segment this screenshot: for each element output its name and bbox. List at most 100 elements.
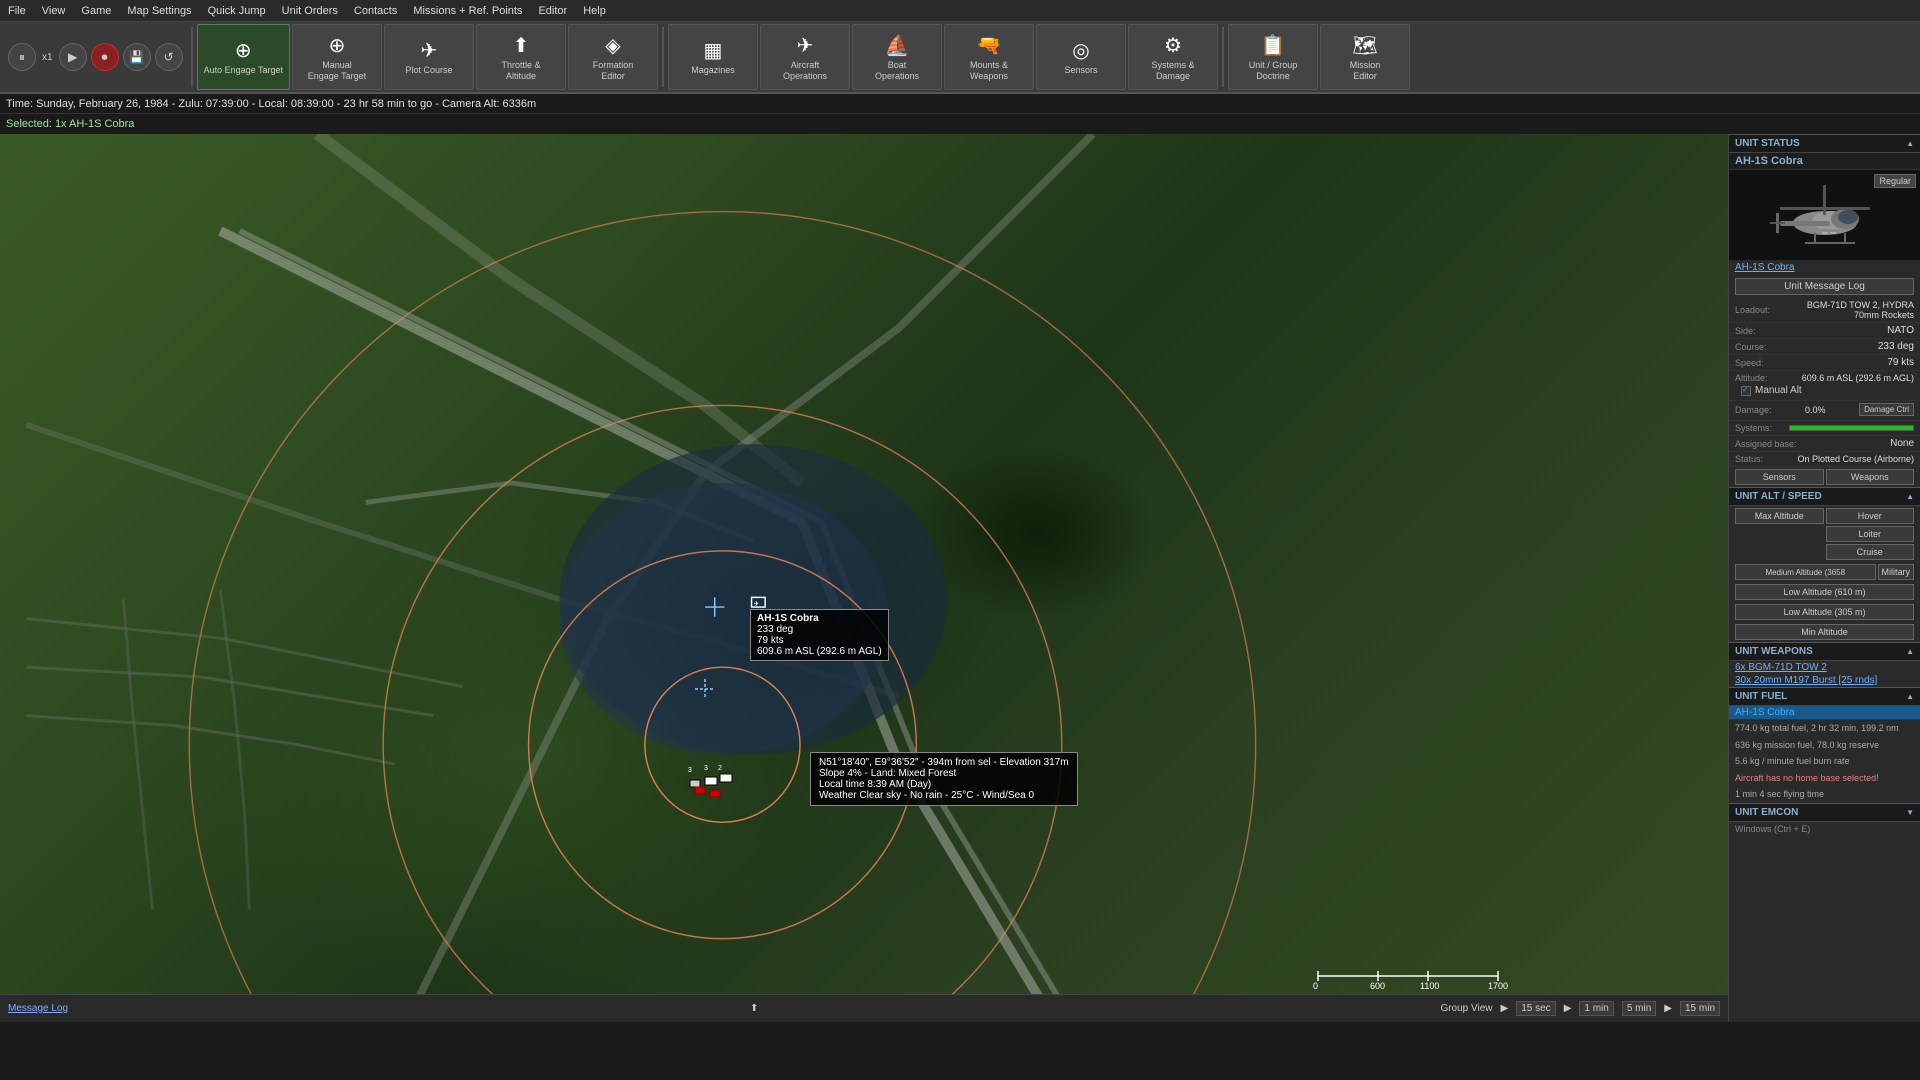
play-icon-bottom-2[interactable]: ▶	[1564, 1003, 1572, 1014]
menu-unit-orders[interactable]: Unit Orders	[282, 5, 338, 17]
unit-info-tooltip: AH-1S Cobra 233 deg 79 kts 609.6 m ASL (…	[750, 609, 889, 661]
view-label: Group View	[1440, 1003, 1492, 1014]
aircraft-operations-button[interactable]: ✈ AircraftOperations	[760, 24, 850, 90]
min-alt-row: Min Altitude	[1729, 622, 1920, 642]
coord-line-4: Weather Clear sky - No rain - 25°C - Win…	[819, 790, 1069, 801]
damage-row: Damage: 0.0% Damage Ctrl	[1729, 401, 1920, 421]
manual-alt-label: Manual Alt	[1755, 385, 1802, 396]
weapon-1-link[interactable]: 6x BGM-71D TOW 2	[1729, 661, 1920, 674]
formation-editor-button[interactable]: ◈ FormationEditor	[568, 24, 658, 90]
unit-group-doctrine-icon: 📋	[1261, 33, 1286, 58]
low-altitude-305-button[interactable]: Low Altitude (305 m)	[1735, 604, 1914, 620]
record-button[interactable]: ⏺	[91, 43, 119, 71]
unit-weapons-label: UNIT WEAPONS	[1735, 646, 1813, 657]
manual-engage-icon: ⊕	[329, 33, 346, 58]
sensors-weapons-buttons: Sensors Weapons	[1729, 467, 1920, 487]
sensors-button[interactable]: ◎ Sensors	[1036, 24, 1126, 90]
time-step-1m[interactable]: 1 min	[1579, 1001, 1613, 1016]
damage-label: Damage:	[1735, 405, 1772, 415]
auto-engage-button[interactable]: ⊕ Auto Engage Target	[197, 24, 290, 90]
max-altitude-button[interactable]: Max Altitude	[1735, 508, 1824, 524]
speed-value: 79 kts	[1887, 357, 1914, 368]
unit-fuel-arrow: ▲	[1906, 692, 1914, 701]
unit-emcon-label: UNIT EMCON	[1735, 807, 1798, 818]
damage-ctrl-button[interactable]: Damage Ctrl	[1859, 403, 1914, 416]
play-icon-bottom-3[interactable]: ▶	[1664, 1003, 1672, 1014]
play-icon-bottom[interactable]: ▶	[1501, 1003, 1509, 1014]
magazines-label: Magazines	[691, 65, 735, 76]
manual-alt-checkbox[interactable]	[1741, 386, 1751, 396]
weapon-2-link[interactable]: 30x 20mm M197 Burst [25 rnds]	[1729, 674, 1920, 687]
auto-engage-icon: ⊕	[235, 38, 252, 63]
upload-icon[interactable]: ⬆	[750, 1003, 758, 1014]
assigned-base-value: None	[1890, 438, 1914, 449]
damage-value: 0.0%	[1805, 405, 1826, 415]
unit-alt-speed-label: UNIT ALT / SPEED	[1735, 491, 1822, 502]
boat-operations-button[interactable]: ⛵ BoatOperations	[852, 24, 942, 90]
mission-editor-icon: 🗺	[1352, 33, 1377, 58]
menu-quick-jump[interactable]: Quick Jump	[208, 5, 266, 17]
side-row: Side: NATO	[1729, 323, 1920, 339]
map-area[interactable]: ✈ 3 2 3	[0, 134, 1728, 1022]
unit-name-link[interactable]: AH-1S Cobra	[1735, 262, 1794, 273]
menu-contacts[interactable]: Contacts	[354, 5, 397, 17]
hover-button[interactable]: Hover	[1826, 508, 1915, 524]
menu-game[interactable]: Game	[81, 5, 111, 17]
mounts-weapons-button[interactable]: 🔫 Mounts &Weapons	[944, 24, 1034, 90]
military-button[interactable]: Military	[1878, 564, 1915, 580]
coord-line-3: Local time 8:39 AM (Day)	[819, 779, 1069, 790]
menu-editor[interactable]: Editor	[538, 5, 567, 17]
medium-altitude-button[interactable]: Medium Altitude (3658	[1735, 564, 1876, 580]
refresh-button[interactable]: ↺	[155, 43, 183, 71]
alt-speed-grid: Max Altitude Hover Loiter Cruise	[1729, 506, 1920, 562]
unit-message-log-button[interactable]: Unit Message Log	[1735, 278, 1914, 295]
fuel-line-3: 5.6 kg / minute fuel burn rate	[1729, 753, 1920, 770]
svg-text:600: 600	[1370, 981, 1385, 991]
weapons-panel-button[interactable]: Weapons	[1826, 469, 1915, 485]
time-step-5m[interactable]: 5 min	[1622, 1001, 1656, 1016]
systems-damage-button[interactable]: ⚙ Systems &Damage	[1128, 24, 1218, 90]
panel-unit-name: AH-1S Cobra	[1729, 153, 1920, 170]
time-step-15s[interactable]: 15 sec	[1516, 1001, 1555, 1016]
menu-help[interactable]: Help	[583, 5, 606, 17]
unit-link[interactable]: AH-1S Cobra	[1729, 260, 1920, 275]
cruise-button[interactable]: Cruise	[1826, 544, 1915, 560]
time-step-15m[interactable]: 15 min	[1680, 1001, 1720, 1016]
medium-altitude-row: Medium Altitude (3658 Military	[1729, 562, 1920, 582]
unit-group-doctrine-button[interactable]: 📋 Unit / GroupDoctrine	[1228, 24, 1318, 90]
plot-course-button[interactable]: ✈ Plot Course	[384, 24, 474, 90]
menu-view[interactable]: View	[42, 5, 66, 17]
sensors-panel-button[interactable]: Sensors	[1735, 469, 1824, 485]
magazines-icon: ▦	[704, 38, 723, 63]
low-altitude-610-button[interactable]: Low Altitude (610 m)	[1735, 584, 1914, 600]
fuel-unit-name[interactable]: AH-1S Cobra	[1729, 706, 1920, 720]
pause-button[interactable]: ⏸	[8, 43, 36, 71]
menu-missions[interactable]: Missions + Ref. Points	[413, 5, 522, 17]
menu-file[interactable]: File	[8, 5, 26, 17]
magazines-button[interactable]: ▦ Magazines	[668, 24, 758, 90]
mission-editor-button[interactable]: 🗺 MissionEditor	[1320, 24, 1410, 90]
mission-editor-label: MissionEditor	[1350, 60, 1381, 82]
loiter-button[interactable]: Loiter	[1826, 526, 1915, 542]
throttle-altitude-button[interactable]: ⬆ Throttle &Altitude	[476, 24, 566, 90]
toolbar-separator-3	[1222, 27, 1224, 87]
save-button[interactable]: 💾	[123, 43, 151, 71]
manual-engage-label: ManualEngage Target	[308, 60, 366, 82]
menu-map-settings[interactable]: Map Settings	[127, 5, 191, 17]
manual-engage-button[interactable]: ⊕ ManualEngage Target	[292, 24, 382, 90]
scale-svg: 0 600 1100 1700	[1308, 961, 1508, 991]
unit-status-label: UNIT STATUS	[1735, 138, 1800, 149]
systems-label: Systems:	[1735, 423, 1785, 433]
low-alt-610-row: Low Altitude (610 m)	[1729, 582, 1920, 602]
play-button[interactable]: ▶	[59, 43, 87, 71]
waypoint-svg	[695, 679, 715, 699]
mounts-weapons-label: Mounts &Weapons	[970, 60, 1008, 82]
sensors-icon: ◎	[1072, 38, 1089, 63]
bottom-bar: Message Log ⬆ Group View ▶ 15 sec ▶ 1 mi…	[0, 994, 1728, 1022]
min-altitude-button[interactable]: Min Altitude	[1735, 624, 1914, 640]
unit-fuel-label: UNIT FUEL	[1735, 691, 1787, 702]
coord-line-1: N51°18'40", E9°36'52" - 394m from sel - …	[819, 757, 1069, 768]
message-log-link[interactable]: Message Log	[8, 1003, 68, 1014]
unit-group-on-map[interactable]: 3 2 3	[660, 752, 780, 815]
tooltip-unit-name: AH-1S Cobra	[757, 613, 882, 624]
